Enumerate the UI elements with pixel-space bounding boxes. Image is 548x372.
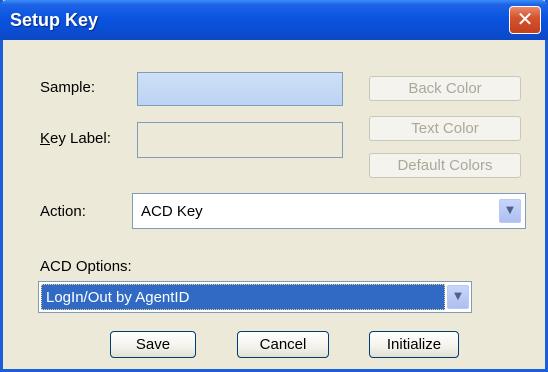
save-button[interactable]: Save bbox=[110, 331, 196, 358]
text-color-button[interactable]: Text Color bbox=[369, 116, 521, 141]
sample-label: Sample: bbox=[40, 79, 96, 96]
acd-options-selected-item: LogIn/Out by AgentID bbox=[41, 284, 445, 310]
default-colors-button[interactable]: Default Colors bbox=[369, 153, 521, 178]
acd-options-label: ACD Options: bbox=[40, 258, 132, 275]
dialog-title: Setup Key bbox=[10, 10, 99, 30]
title-bar[interactable]: Setup Key ✕ bbox=[0, 0, 548, 40]
chevron-down-icon[interactable]: ▼ bbox=[499, 199, 521, 223]
sample-preview-field bbox=[137, 72, 343, 106]
initialize-button[interactable]: Initialize bbox=[369, 331, 459, 358]
key-label-input[interactable] bbox=[137, 122, 343, 158]
cancel-button[interactable]: Cancel bbox=[237, 331, 329, 358]
setup-key-dialog: Setup Key ✕ Sample: Key Label: Back Colo… bbox=[0, 0, 548, 372]
acd-options-value: LogIn/Out by AgentID bbox=[46, 289, 190, 306]
action-dropdown[interactable]: ACD Key ▼ bbox=[132, 193, 526, 229]
action-dropdown-value: ACD Key bbox=[141, 203, 203, 220]
action-label: Action: bbox=[40, 203, 86, 220]
key-label-text: ey Label: bbox=[50, 130, 111, 147]
close-icon: ✕ bbox=[516, 7, 534, 31]
key-label-mnemonic: K bbox=[40, 130, 51, 147]
back-color-button[interactable]: Back Color bbox=[369, 76, 521, 101]
key-label-label: Key Label: bbox=[40, 130, 111, 147]
chevron-down-icon[interactable]: ▼ bbox=[447, 285, 469, 309]
acd-options-dropdown[interactable]: LogIn/Out by AgentID ▼ bbox=[38, 281, 472, 313]
close-button[interactable]: ✕ bbox=[509, 6, 541, 34]
